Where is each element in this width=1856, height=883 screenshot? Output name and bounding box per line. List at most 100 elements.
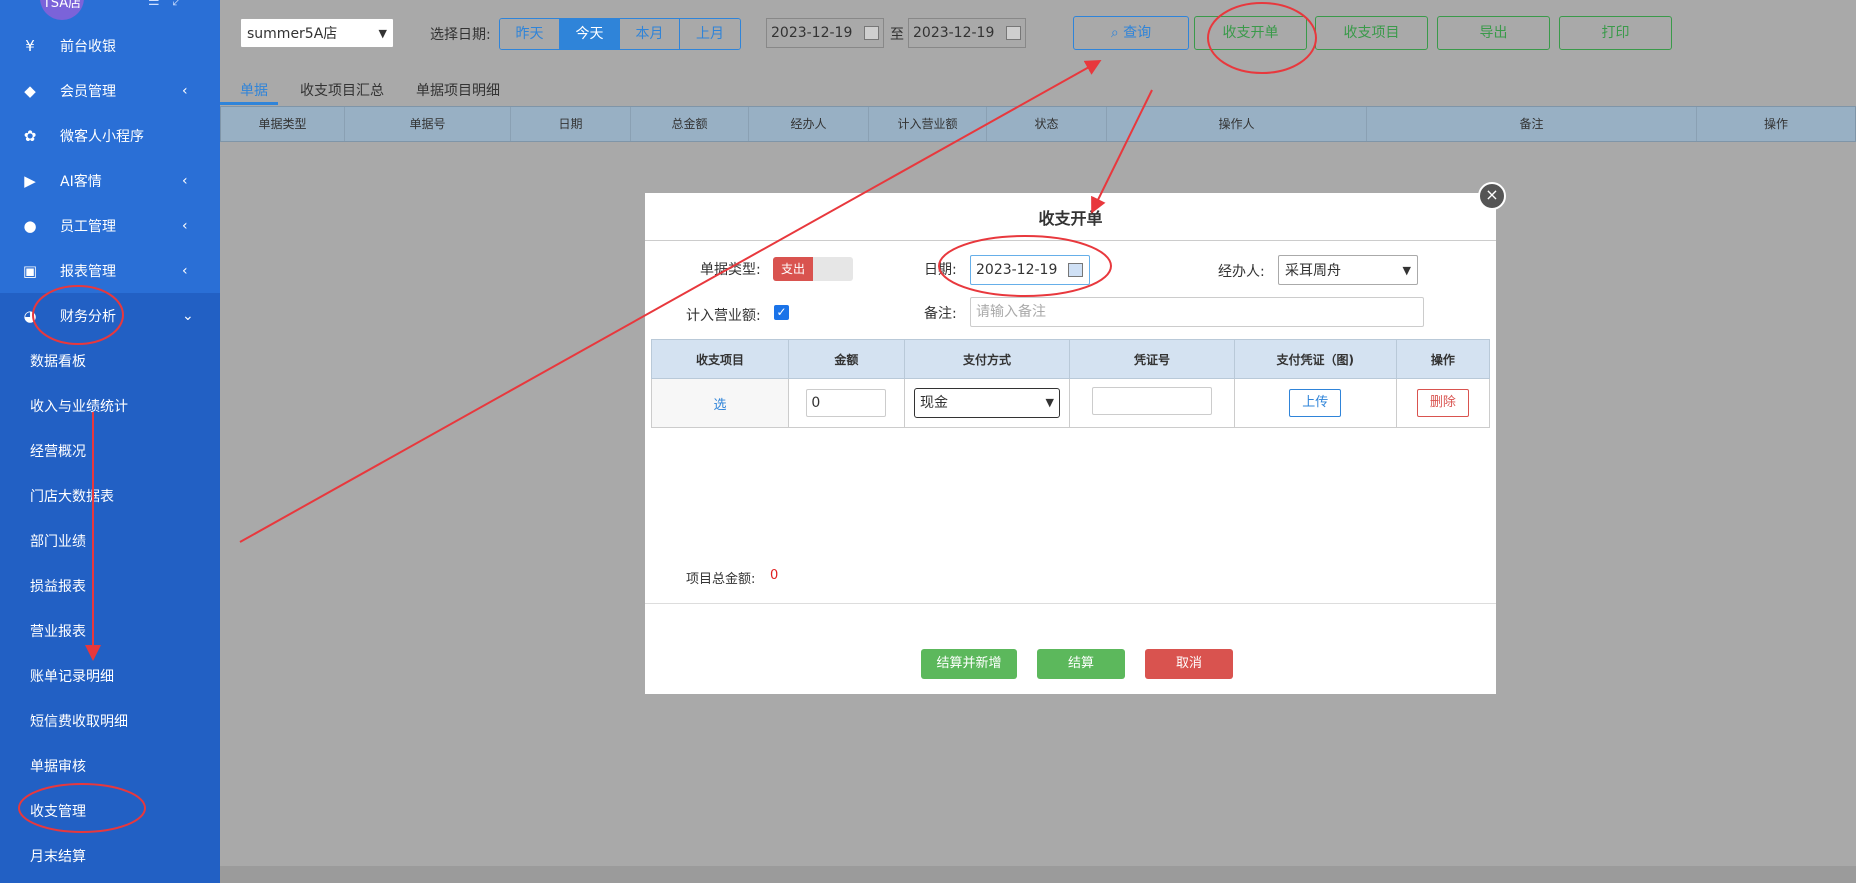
sidebar-item-ai[interactable]: ▶ AI客情 ‹ xyxy=(0,158,220,203)
calendar-icon xyxy=(1006,26,1021,40)
modal-title: 收支开单 xyxy=(645,193,1496,241)
open-bill-modal: 收支开单 单据类型: 支出 日期: 2023-12-19 经办人: 采耳周舟 ▼… xyxy=(645,193,1496,694)
column-header: 操作人 xyxy=(1107,107,1367,141)
print-button[interactable]: 打印 xyxy=(1559,16,1672,50)
sidebar-item-finance[interactable]: ◕ 财务分析 ⌄ xyxy=(0,293,220,338)
query-button[interactable]: ⌕ 查询 xyxy=(1073,16,1189,50)
toolbar: summer5A店 ▼ 选择日期: 昨天 今天 本月 上月 2023-12-19… xyxy=(220,0,1856,66)
open-bill-button[interactable]: 收支开单 xyxy=(1194,16,1307,50)
amount-input[interactable]: 0 xyxy=(806,389,887,417)
monitor-icon: ▣ xyxy=(22,261,38,280)
store-select[interactable]: summer5A店 ▼ xyxy=(240,18,394,48)
submenu-item[interactable]: 账单记录明细 xyxy=(0,653,220,698)
tab-item-summary[interactable]: 收支项目汇总 xyxy=(300,80,384,100)
sidebar-item-miniprogram[interactable]: ✿ 微客人小程序 xyxy=(0,113,220,158)
settle-and-new-button[interactable]: 结算并新增 xyxy=(921,649,1017,679)
yen-icon: ¥ xyxy=(25,36,35,55)
play-icon: ▶ xyxy=(24,171,36,190)
date-btn-this-month[interactable]: 本月 xyxy=(620,19,680,49)
finance-submenu: 数据看板 收入与业绩统计 经营概况 门店大数据表 部门业绩 损益报表 营业报表 … xyxy=(0,338,220,883)
date-btn-today[interactable]: 今天 xyxy=(560,19,620,49)
total-label: 项目总金额: xyxy=(686,572,756,587)
header-icons: ☰ ⤢ xyxy=(148,0,182,9)
submenu-item[interactable]: 数据看板 xyxy=(0,338,220,383)
column-header: 支付方式 xyxy=(903,339,1071,379)
chevron-left-icon: ‹ xyxy=(182,262,188,279)
date-label: 日期: xyxy=(924,262,957,278)
sidebar-item-label: 微客人小程序 xyxy=(60,128,144,145)
column-header: 收支项目 xyxy=(651,339,789,379)
pie-icon: ◕ xyxy=(23,306,37,325)
export-button[interactable]: 导出 xyxy=(1437,16,1550,50)
payment-method-select[interactable]: 现金 ▼ xyxy=(913,388,1060,418)
revenue-checkbox[interactable]: ✓ xyxy=(774,305,789,320)
date-from-input[interactable]: 2023-12-19 xyxy=(766,18,884,48)
revenue-label: 计入营业额: xyxy=(686,308,761,324)
submenu-item[interactable]: 月末结算 xyxy=(0,833,220,878)
horizontal-scrollbar[interactable] xyxy=(220,866,1856,883)
modal-date-input[interactable]: 2023-12-19 xyxy=(970,255,1090,285)
date-separator: 至 xyxy=(890,27,904,43)
expand-icon[interactable]: ⤢ xyxy=(172,0,182,9)
remark-label: 备注: xyxy=(924,306,957,322)
column-header: 备注 xyxy=(1367,107,1697,141)
submenu-item[interactable]: 单据审核 xyxy=(0,743,220,788)
store-avatar[interactable]: TSA店 xyxy=(40,0,84,20)
cancel-button[interactable]: 取消 xyxy=(1145,649,1233,679)
column-header: 计入营业额 xyxy=(869,107,987,141)
income-items-button[interactable]: 收支项目 xyxy=(1315,16,1428,50)
submenu-item[interactable]: 部门业绩 xyxy=(0,518,220,563)
chevron-down-icon: ▼ xyxy=(1045,396,1054,409)
delete-row-button[interactable]: 删除 xyxy=(1416,389,1469,417)
sidebar-item-members[interactable]: ◆ 会员管理 ‹ xyxy=(0,68,220,113)
close-icon[interactable]: × xyxy=(1478,182,1506,210)
date-to-input[interactable]: 2023-12-19 xyxy=(908,18,1026,48)
submenu-item[interactable]: 短信费收取明细 xyxy=(0,698,220,743)
settle-button[interactable]: 结算 xyxy=(1037,649,1125,679)
column-header: 金额 xyxy=(787,339,905,379)
bill-type-label: 单据类型: xyxy=(700,262,761,278)
date-btn-last-month[interactable]: 上月 xyxy=(680,19,740,49)
submenu-item[interactable]: 损益报表 xyxy=(0,563,220,608)
table-header-row: 收支项目 金额 支付方式 凭证号 支付凭证（图) 操作 xyxy=(651,339,1491,379)
handler-select[interactable]: 采耳周舟 ▼ xyxy=(1278,255,1418,285)
remark-input[interactable]: 请输入备注 xyxy=(970,297,1424,327)
date-range-buttons: 昨天 今天 本月 上月 xyxy=(499,18,741,50)
select-item-link[interactable]: 选 xyxy=(713,398,726,413)
column-header: 单据号 xyxy=(345,107,511,141)
column-header: 日期 xyxy=(511,107,631,141)
sidebar-item-label: 员工管理 xyxy=(60,218,116,235)
submenu-item[interactable]: 门店大数据表 xyxy=(0,473,220,518)
chevron-down-icon: ⌄ xyxy=(182,307,194,324)
tab-bills[interactable]: 单据 xyxy=(240,80,268,100)
upload-button[interactable]: 上传 xyxy=(1289,389,1342,417)
submenu-item[interactable]: 营业报表 xyxy=(0,608,220,653)
submenu-item-income-expense[interactable]: 收支管理 xyxy=(0,788,220,833)
submenu-item[interactable]: 经营概况 xyxy=(0,428,220,473)
chevron-down-icon: ▼ xyxy=(378,26,387,40)
active-tab-indicator xyxy=(220,102,278,105)
sidebar-item-label: 前台收银 xyxy=(60,38,116,55)
column-header: 总金额 xyxy=(631,107,749,141)
tab-bar: 单据 收支项目汇总 单据项目明细 xyxy=(220,74,1856,107)
menu-icon[interactable]: ☰ xyxy=(148,0,160,9)
sidebar-item-cashier[interactable]: ¥ 前台收银 xyxy=(0,23,220,68)
column-header: 操作 xyxy=(1763,117,1788,131)
table-row: 选 0 现金 ▼ 上传 删除 xyxy=(651,378,1491,428)
sidebar-item-label: 报表管理 xyxy=(60,263,116,280)
column-header: 经办人 xyxy=(749,107,869,141)
bill-type-value: 支出 xyxy=(773,257,813,281)
column-header: 单据类型 xyxy=(221,107,345,141)
bill-type-toggle[interactable]: 支出 xyxy=(773,257,853,281)
submenu-item[interactable]: 收入与业绩统计 xyxy=(0,383,220,428)
sidebar-item-reports[interactable]: ▣ 报表管理 ‹ xyxy=(0,248,220,293)
chevron-down-icon: ▼ xyxy=(1402,263,1411,277)
voucher-input[interactable] xyxy=(1091,387,1212,415)
date-btn-yesterday[interactable]: 昨天 xyxy=(500,19,560,49)
chevron-left-icon: ‹ xyxy=(182,217,188,234)
sidebar-item-label: 财务分析 xyxy=(60,308,116,325)
column-header: 凭证号 xyxy=(1069,339,1235,379)
sidebar: TSA店 ☰ ⤢ ¥ 前台收银 ◆ 会员管理 ‹ ✿ 微客人小程序 ▶ AI客情… xyxy=(0,0,220,883)
sidebar-item-staff[interactable]: ● 员工管理 ‹ xyxy=(0,203,220,248)
tab-item-detail[interactable]: 单据项目明细 xyxy=(416,80,500,100)
